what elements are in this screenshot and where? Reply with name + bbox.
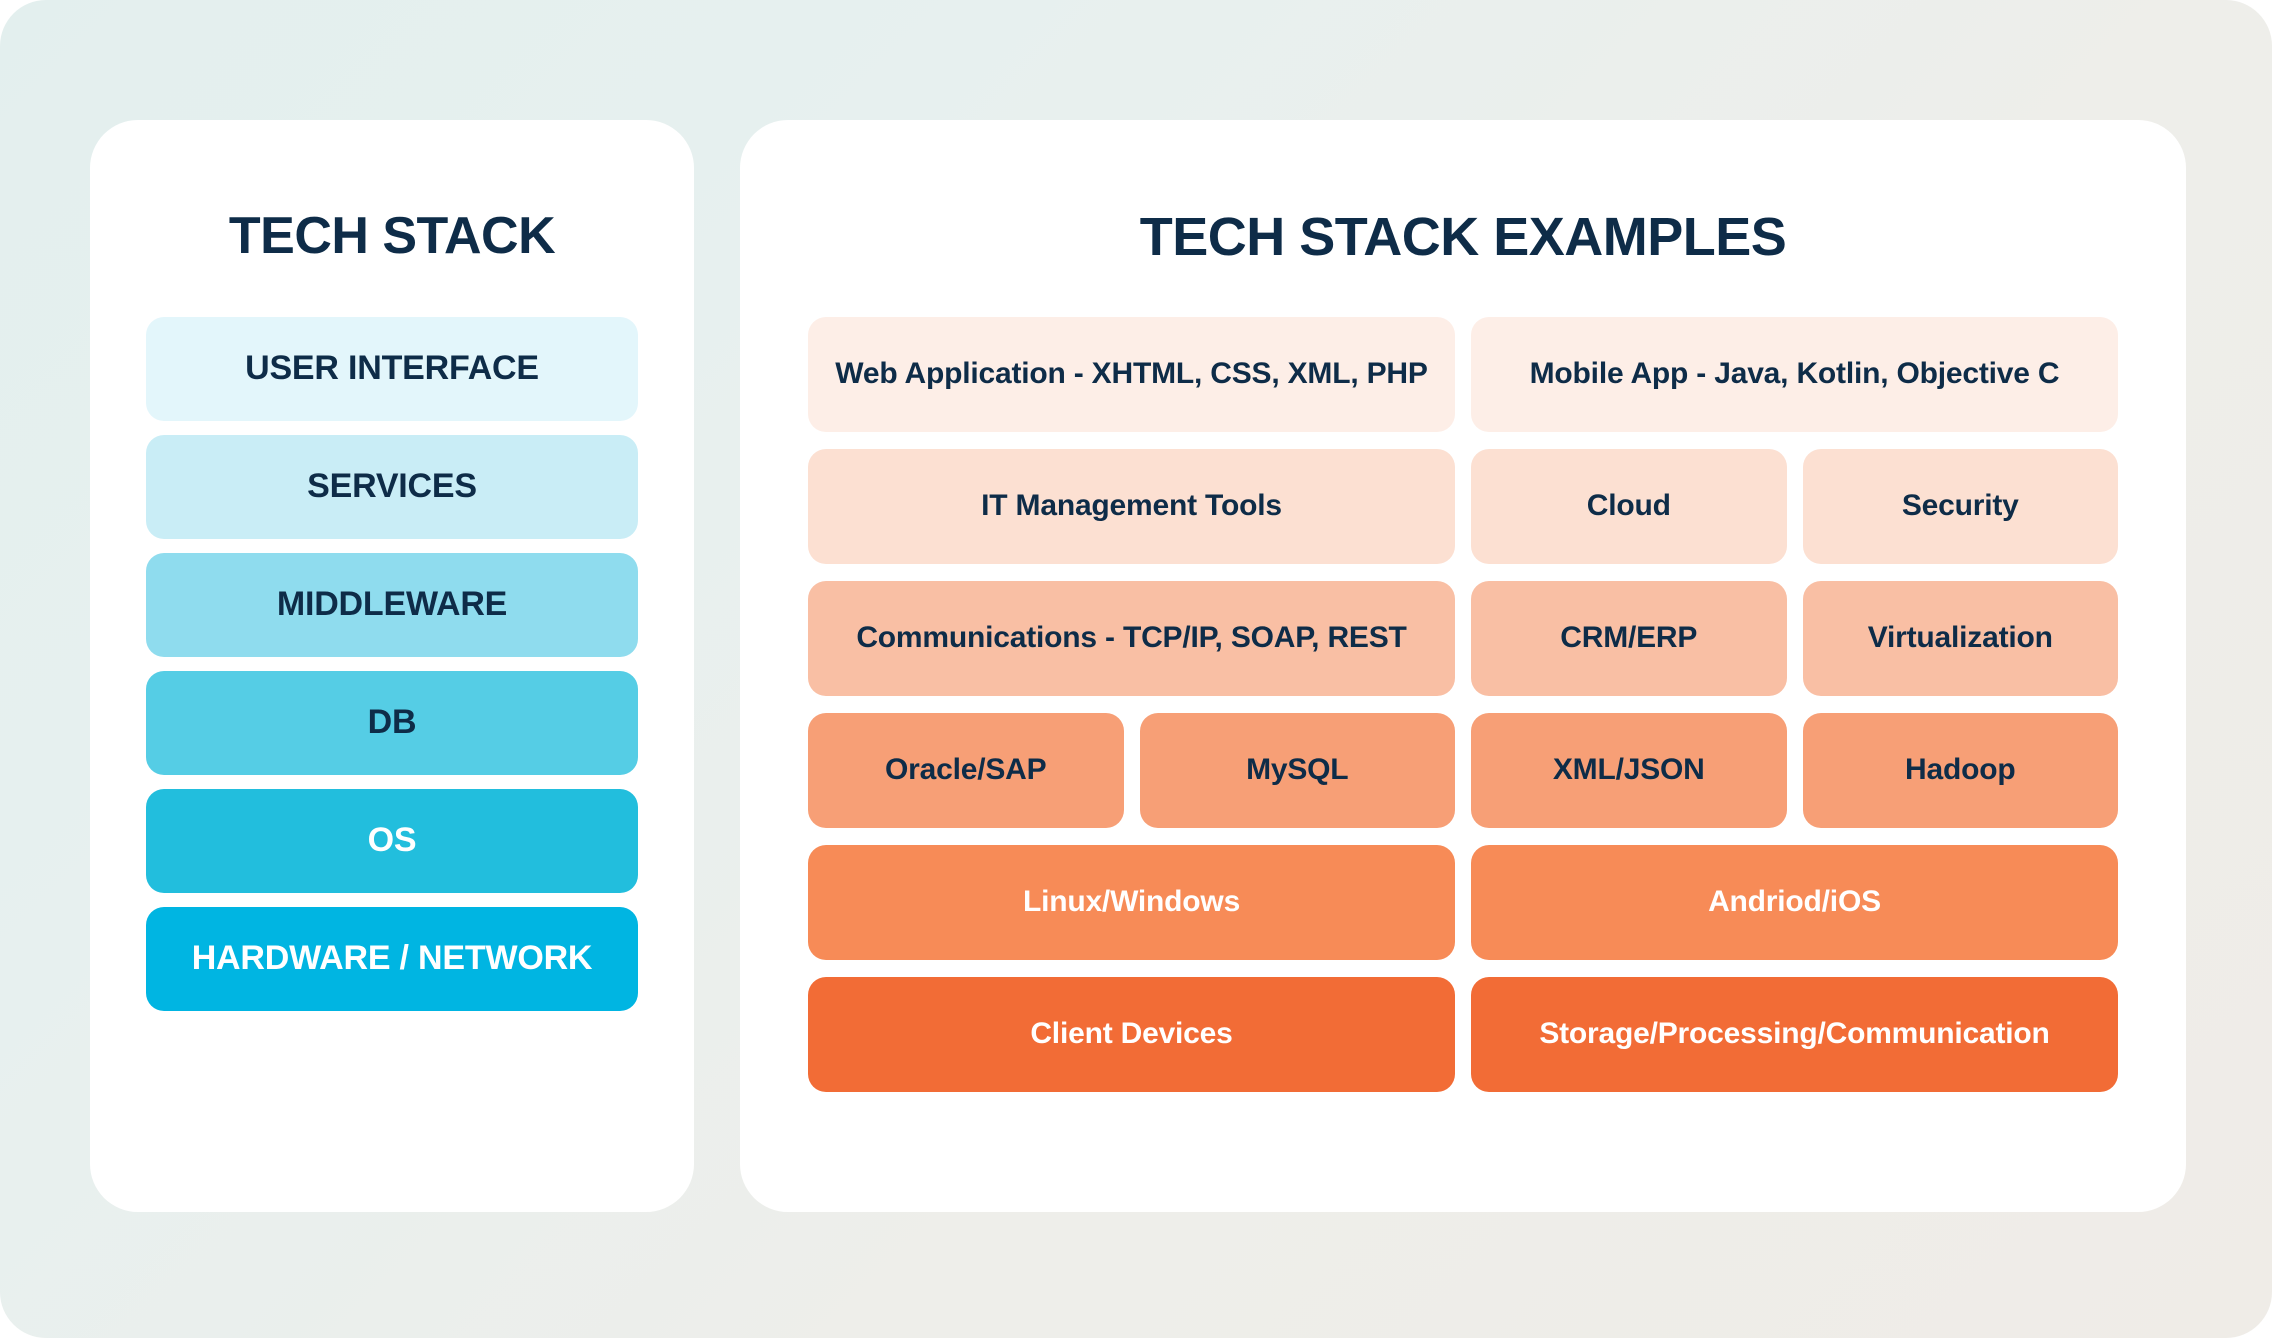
- tech-stack-example-cell[interactable]: Cloud: [1471, 449, 1787, 564]
- tech-stack-example-cell[interactable]: XML/JSON: [1471, 713, 1787, 828]
- tech-stack-example-cell[interactable]: Hadoop: [1802, 713, 2118, 828]
- tech-stack-example-label: Oracle/SAP: [885, 753, 1047, 787]
- tech-stack-layer[interactable]: USER INTERFACE: [146, 317, 638, 421]
- tech-stack-example-label: MySQL: [1246, 753, 1349, 787]
- diagram-canvas: TECH STACK USER INTERFACE SERVICES MIDDLEW…: [0, 0, 2272, 1338]
- tech-stack-example-label: Linux/Windows: [1022, 885, 1241, 919]
- tech-stack-layer-label: SERVICES: [307, 467, 477, 506]
- tech-stack-example-cell[interactable]: Security: [1802, 449, 2118, 564]
- tech-stack-layer[interactable]: SERVICES: [146, 435, 638, 539]
- tech-stack-example-cell[interactable]: Virtualization: [1802, 581, 2118, 696]
- tech-stack-example-cell[interactable]: CRM/ERP: [1471, 581, 1787, 696]
- tech-stack-layer-label: USER INTERFACE: [245, 349, 539, 388]
- tech-stack-example-cell[interactable]: Storage/Processing/Communication: [1471, 977, 2118, 1092]
- tech-stack-example-cell[interactable]: Web Application - XHTML, CSS, XML, PHP: [808, 317, 1455, 432]
- tech-stack-example-label: Hadoop: [1905, 753, 2016, 787]
- tech-stack-layer-label: OS: [367, 821, 417, 860]
- tech-stack-example-label: Andriod/iOS: [1708, 885, 1881, 919]
- tech-stack-example-cell[interactable]: MySQL: [1139, 713, 1455, 828]
- tech-stack-layer-label: MIDDLEWARE: [276, 585, 508, 624]
- tech-stack-example-label: Mobile App - Java, Kotlin, Objective C: [1529, 357, 2060, 391]
- tech-stack-example-cell[interactable]: Mobile App - Java, Kotlin, Objective C: [1471, 317, 2118, 432]
- tech-stack-layer-label: DB: [367, 703, 417, 742]
- tech-stack-layer[interactable]: OS: [146, 789, 638, 893]
- tech-stack-example-label: Storage/Processing/Communication: [1539, 1017, 2050, 1051]
- tech-stack-example-label: Communications - TCP/IP, SOAP, REST: [856, 621, 1407, 655]
- tech-stack-example-label: IT Management Tools: [981, 489, 1282, 523]
- tech-stack-example-cell[interactable]: Andriod/iOS: [1471, 845, 2118, 960]
- tech-stack-example-cell[interactable]: Client Devices: [808, 977, 1455, 1092]
- tech-stack-example-label: Cloud: [1586, 489, 1671, 523]
- tech-stack-layer[interactable]: HARDWARE / NETWORK: [146, 907, 638, 1011]
- tech-stack-example-label: Security: [1901, 489, 2019, 523]
- tech-stack-card: TECH STACK USER INTERFACE SERVICES MIDDLEW…: [90, 120, 694, 1212]
- tech-stack-example-label: XML/JSON: [1552, 753, 1705, 787]
- tech-stack-example-label: CRM/ERP: [1560, 621, 1698, 655]
- tech-stack-layer[interactable]: MIDDLEWARE: [146, 553, 638, 657]
- tech-stack-examples-title: TECH STACK EXAMPLES: [1139, 207, 1787, 267]
- tech-stack-layer-label: HARDWARE / NETWORK: [191, 939, 593, 978]
- tech-stack-example-cell[interactable]: Oracle/SAP: [808, 713, 1124, 828]
- tech-stack-example-label: Web Application - XHTML, CSS, XML, PHP: [835, 357, 1428, 391]
- tech-stack-layer[interactable]: DB: [146, 671, 638, 775]
- tech-stack-examples-card: TECH STACK EXAMPLES Web Application - XH…: [740, 120, 2186, 1212]
- tech-stack-example-label: Virtualization: [1867, 621, 2053, 655]
- tech-stack-example-cell[interactable]: Communications - TCP/IP, SOAP, REST: [808, 581, 1455, 696]
- tech-stack-title: TECH STACK: [228, 207, 556, 265]
- tech-stack-example-label: Client Devices: [1030, 1017, 1233, 1051]
- tech-stack-example-cell[interactable]: Linux/Windows: [808, 845, 1455, 960]
- tech-stack-example-cell[interactable]: IT Management Tools: [808, 449, 1455, 564]
